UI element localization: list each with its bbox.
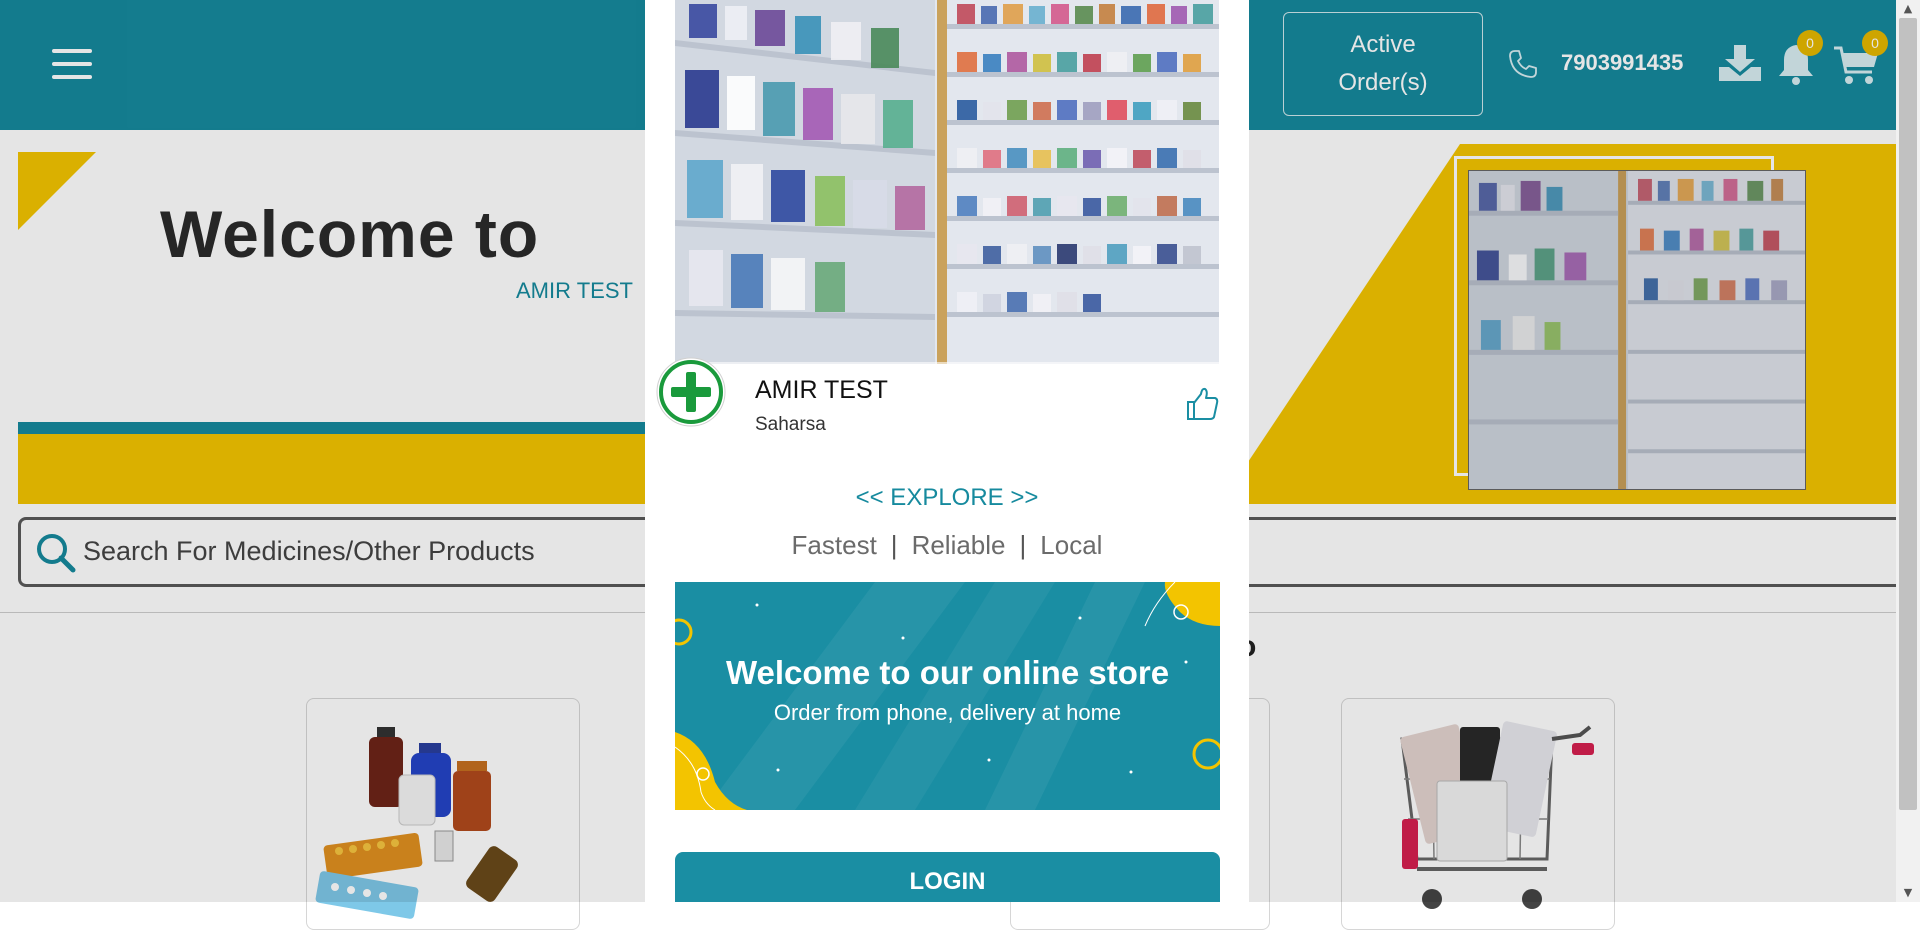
tagline-separator: | bbox=[1019, 530, 1027, 560]
thumbs-up-icon[interactable] bbox=[1185, 386, 1219, 422]
explore-link[interactable]: << EXPLORE >> bbox=[645, 484, 1249, 512]
modal-store-city: Saharsa bbox=[755, 414, 826, 435]
tagline-local: Local bbox=[1040, 530, 1103, 560]
promo-title: Welcome to our online store bbox=[725, 654, 1170, 691]
tagline-fastest: Fastest bbox=[791, 530, 877, 560]
promo-subtitle: Order from phone, delivery at home bbox=[773, 700, 1122, 725]
tagline-reliable: Reliable bbox=[911, 530, 1006, 560]
tagline-separator: | bbox=[890, 530, 898, 560]
store-shelves-image bbox=[675, 0, 1219, 364]
page-scrollbar[interactable]: ▲ ▼ bbox=[1896, 0, 1920, 902]
store-info-modal: AMIR TEST Saharsa << EXPLORE >> Fastest |… bbox=[645, 0, 1249, 902]
scroll-thumb[interactable] bbox=[1899, 18, 1917, 810]
promo-banner: Welcome to our online store Order from p… bbox=[675, 582, 1220, 810]
modal-store-name: AMIR TEST bbox=[755, 376, 888, 404]
scroll-up-arrow[interactable]: ▲ bbox=[1896, 0, 1920, 18]
store-taglines: Fastest | Reliable | Local bbox=[645, 530, 1249, 561]
promo-decoration bbox=[675, 582, 1220, 810]
pharmacy-cross-icon bbox=[656, 357, 726, 427]
scroll-down-arrow[interactable]: ▼ bbox=[1896, 884, 1920, 902]
login-button[interactable]: LOGIN bbox=[675, 852, 1220, 902]
